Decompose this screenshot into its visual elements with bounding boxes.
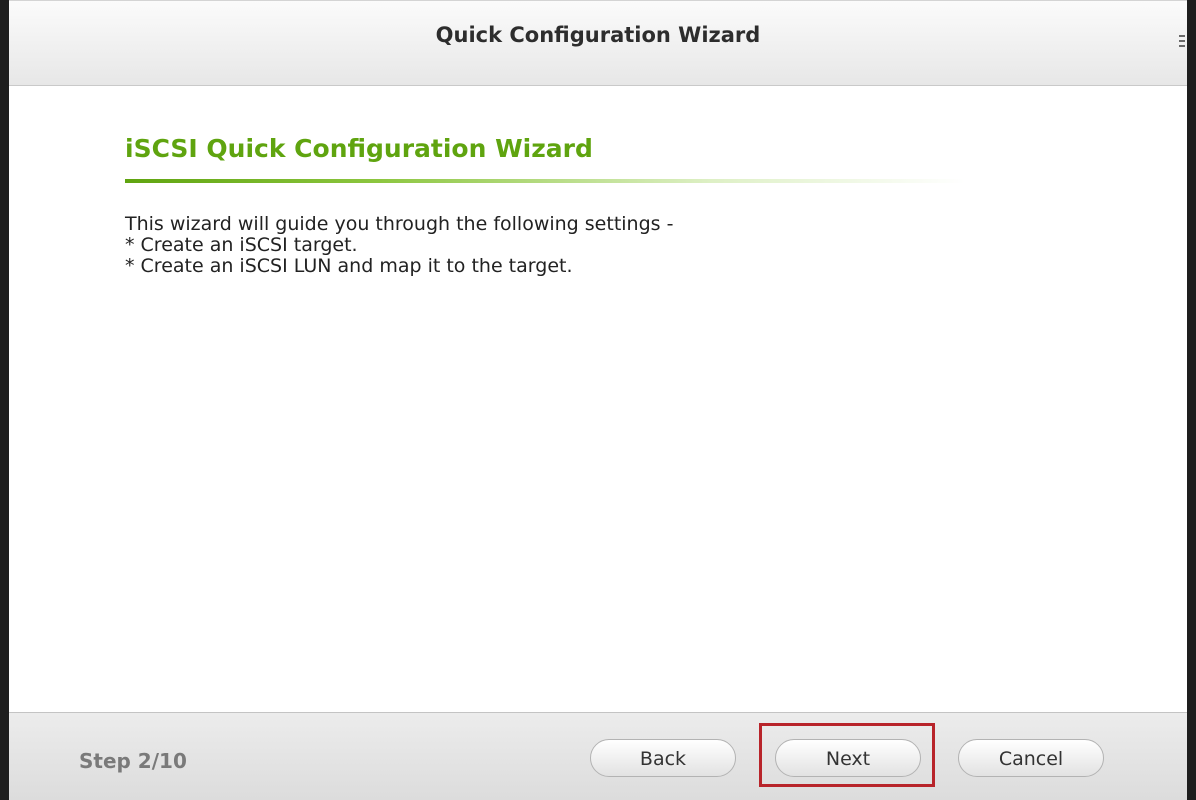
wizard-window: Quick Configuration Wizard iSCSI Quick C… [0, 0, 1196, 800]
wizard-footer: Step 2/10 Back Next Cancel [9, 712, 1187, 800]
cancel-button[interactable]: Cancel [958, 739, 1104, 777]
page-title: iSCSI Quick Configuration Wizard [125, 134, 593, 163]
back-button[interactable]: Back [590, 739, 736, 777]
next-button[interactable]: Next [775, 739, 921, 777]
title-bar: Quick Configuration Wizard [9, 0, 1187, 86]
description-line: * Create an iSCSI target. [125, 234, 358, 256]
description: This wizard will guide you through the f… [125, 214, 673, 277]
heading-divider [125, 179, 965, 183]
description-line: * Create an iSCSI LUN and map it to the … [125, 255, 573, 277]
window-title: Quick Configuration Wizard [435, 23, 761, 47]
wizard-content: iSCSI Quick Configuration Wizard This wi… [9, 86, 1187, 712]
resize-grip-icon[interactable] [1179, 35, 1185, 55]
description-line: This wizard will guide you through the f… [125, 213, 674, 235]
step-indicator: Step 2/10 [79, 749, 187, 773]
